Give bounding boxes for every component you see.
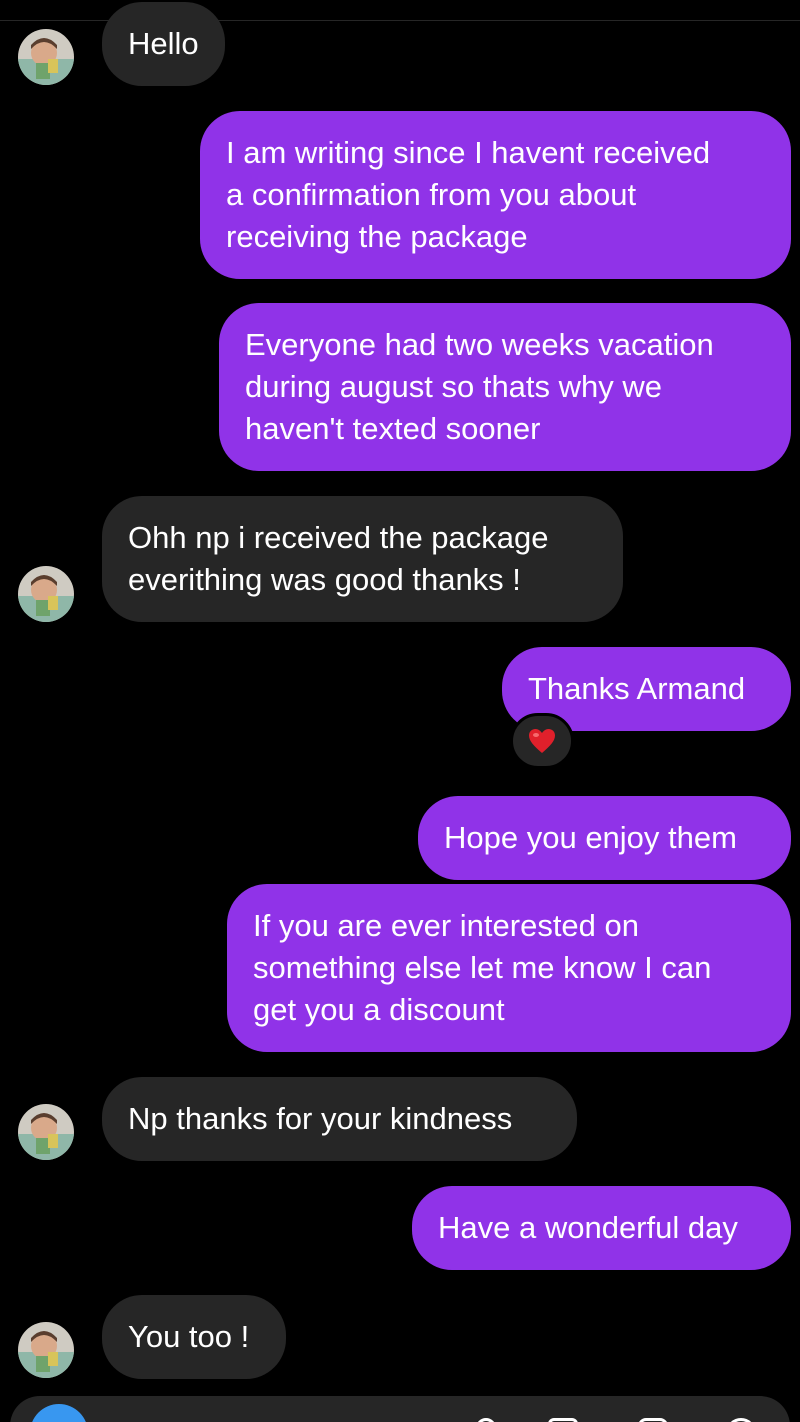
emoji-icon[interactable] xyxy=(726,1418,756,1422)
heart-icon xyxy=(529,729,555,753)
message-bubble-outgoing[interactable]: If you are ever interested on something … xyxy=(227,884,791,1052)
message-bubble-incoming[interactable]: Ohh np i received the package everithing… xyxy=(102,496,623,622)
chat-screen: Hello I am writing since I havent receiv… xyxy=(0,0,800,1422)
reaction-badge[interactable] xyxy=(510,713,574,769)
contact-avatar[interactable] xyxy=(18,29,74,85)
message-bubble-incoming[interactable]: You too ! xyxy=(102,1295,286,1379)
message-bubble-outgoing[interactable]: Hope you enjoy them xyxy=(418,796,791,880)
image-icon[interactable] xyxy=(548,1418,578,1422)
avatar-image xyxy=(18,1104,74,1160)
camera-icon[interactable] xyxy=(30,1404,88,1422)
avatar-image xyxy=(18,29,74,85)
avatar-image xyxy=(18,566,74,622)
message-bubble-outgoing[interactable]: Have a wonderful day xyxy=(412,1186,791,1270)
message-bubble-outgoing[interactable]: I am writing since I havent received a c… xyxy=(200,111,791,279)
contact-avatar[interactable] xyxy=(18,1322,74,1378)
message-bubble-incoming[interactable]: Hello xyxy=(102,2,225,86)
avatar-image xyxy=(18,1322,74,1378)
message-composer[interactable] xyxy=(10,1396,790,1422)
contact-avatar[interactable] xyxy=(18,1104,74,1160)
contact-avatar[interactable] xyxy=(18,566,74,622)
message-bubble-incoming[interactable]: Np thanks for your kindness xyxy=(102,1077,577,1161)
sticker-icon[interactable] xyxy=(638,1418,668,1422)
message-bubble-outgoing[interactable]: Everyone had two weeks vacation during a… xyxy=(219,303,791,471)
microphone-icon[interactable] xyxy=(476,1418,496,1422)
